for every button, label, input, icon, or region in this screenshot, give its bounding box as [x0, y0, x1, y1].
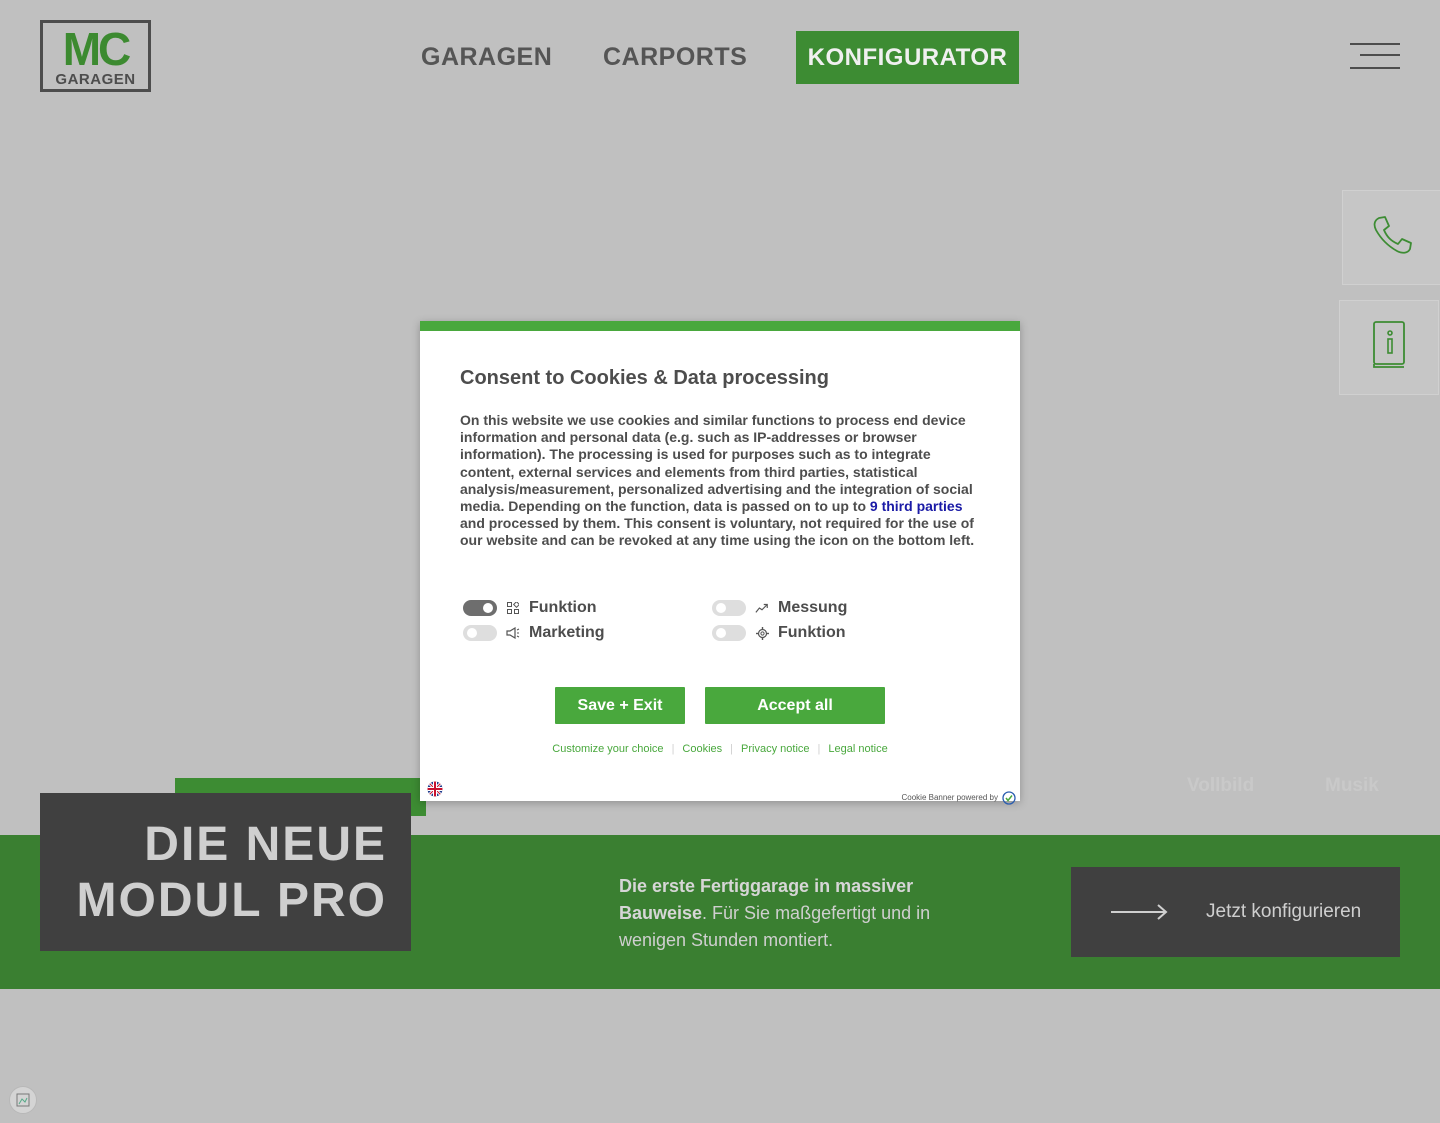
- cookie-provider-logo-icon[interactable]: [1002, 791, 1016, 810]
- grid-icon: [506, 601, 520, 615]
- option-label: Messung: [778, 599, 848, 616]
- megaphone-icon: [506, 626, 520, 640]
- cookie-consent-dialog: Consent to Cookies & Data processing On …: [420, 321, 1020, 805]
- consent-option-messung[interactable]: Messung: [712, 598, 847, 618]
- arrow-right-icon: [1111, 903, 1169, 926]
- nav-garagen[interactable]: GARAGEN: [421, 40, 552, 74]
- option-label: Marketing: [529, 624, 605, 641]
- hamburger-menu-icon[interactable]: [1350, 42, 1400, 70]
- cookie-settings-badge-icon[interactable]: [9, 1086, 37, 1114]
- logo-mc-text: MC: [62, 23, 132, 75]
- chart-trend-icon: [755, 601, 769, 615]
- cookie-text-part2: and processed by them. This consent is v…: [460, 515, 975, 549]
- cookie-dialog-title: Consent to Cookies & Data processing: [460, 367, 829, 389]
- uk-flag-icon[interactable]: [427, 781, 443, 802]
- consent-option-funktion[interactable]: Funktion: [463, 598, 597, 618]
- info-book-icon: [1371, 320, 1407, 375]
- hero-description: Die erste Fertiggarage in massiver Bauwe…: [619, 873, 939, 954]
- logo-sub-text: GARAGEN: [55, 71, 136, 88]
- configure-now-button[interactable]: Jetzt konfigurieren: [1071, 867, 1400, 957]
- musik-button[interactable]: Musik: [1325, 775, 1379, 797]
- configure-now-label: Jetzt konfigurieren: [1206, 901, 1362, 922]
- hero-title-box: DIE NEUE MODUL PRO: [40, 793, 411, 951]
- toggle-switch[interactable]: [463, 625, 497, 641]
- phone-icon: [1370, 213, 1414, 262]
- vollbild-button[interactable]: Vollbild: [1187, 775, 1254, 797]
- accept-all-button[interactable]: Accept all: [705, 687, 885, 724]
- option-label: Funktion: [529, 599, 597, 616]
- consent-option-marketing[interactable]: Marketing: [463, 623, 605, 643]
- cookie-footer-links: Customize your choice | Cookies | Privacy no…: [420, 743, 1020, 755]
- toggle-switch[interactable]: [463, 600, 497, 616]
- powered-by-text: Cookie Banner powered by: [901, 793, 998, 802]
- privacy-notice-link[interactable]: Privacy notice: [733, 743, 817, 755]
- toggle-switch[interactable]: [712, 600, 746, 616]
- toggle-switch[interactable]: [712, 625, 746, 641]
- hero-title-line1: DIE NEUE: [144, 818, 387, 871]
- info-brochure-button[interactable]: [1339, 300, 1439, 395]
- cookie-dialog-text: On this website we use cookies and simil…: [460, 412, 984, 550]
- hero-title-line2: MODUL PRO: [76, 874, 387, 927]
- nav-carports[interactable]: CARPORTS: [603, 40, 747, 74]
- consent-option-funktion-2[interactable]: Funktion: [712, 623, 846, 643]
- cookies-link[interactable]: Cookies: [674, 743, 730, 755]
- legal-notice-link[interactable]: Legal notice: [820, 743, 895, 755]
- phone-button[interactable]: [1342, 190, 1440, 285]
- mc-garagen-logo[interactable]: MC GARAGEN: [40, 20, 151, 92]
- option-label: Funktion: [778, 624, 846, 641]
- gear-icon: [755, 626, 769, 640]
- third-parties-link[interactable]: 9 third parties: [870, 498, 963, 514]
- nav-konfigurator-button[interactable]: KONFIGURATOR: [796, 31, 1019, 84]
- save-exit-button[interactable]: Save + Exit: [555, 687, 685, 724]
- customize-choice-link[interactable]: Customize your choice: [544, 743, 671, 755]
